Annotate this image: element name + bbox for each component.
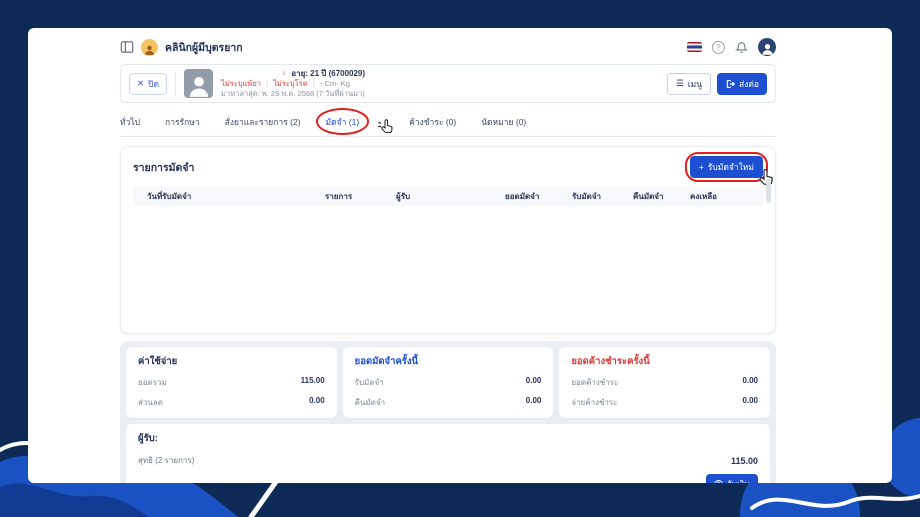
receive-money-label: รับเงิน [727, 477, 750, 483]
total-value: 115.00 [300, 376, 325, 385]
receive-money-button[interactable]: ฿ รับเงิน [706, 474, 758, 483]
divider [175, 71, 177, 96]
help-icon[interactable]: ? [712, 40, 725, 54]
user-avatar[interactable] [758, 38, 776, 56]
tab-outstanding[interactable]: ค้างชำระ (0) [409, 115, 456, 129]
tab-orders[interactable]: สั่งยาและรายการ (2) [225, 115, 301, 129]
tab-treatment[interactable]: การรักษา [165, 115, 200, 129]
close-label: ปิด [148, 78, 160, 89]
col-deposit-date: วันที่รับมัดจำ [147, 192, 192, 201]
deposit-refund-label: คืนมัดจำ [354, 398, 386, 407]
menu-label: เมนู [687, 78, 703, 89]
close-patient-button[interactable]: ✕ ปิด [129, 72, 168, 95]
patient-age: อายุ: 21 ปี (6700029) [291, 68, 366, 78]
col-received: รับมัดจำ [572, 192, 602, 201]
menu-button[interactable]: ☰ เมนู [667, 72, 712, 95]
outstanding-paid-value: 0.00 [742, 396, 759, 405]
allergy-flag[interactable]: ไม่ระบุแพ้ยา [221, 79, 261, 88]
patient-avatar [184, 69, 214, 98]
deposit-list-card: รายการมัดจำ + รับมัดจำใหม่ วันที่รับมัดจ… [120, 146, 776, 334]
deposit-received-label: รับมัดจำ [354, 378, 384, 387]
scrollbar-thumb[interactable] [766, 179, 771, 203]
topbar: คลินิกผู้มีบุตรยาก ? [120, 36, 776, 58]
outstanding-title: ยอดค้างชำระครั้งนี้ [571, 356, 650, 367]
separator: | [312, 78, 315, 88]
hamburger-icon: ☰ [676, 78, 684, 88]
summary-area: ค่าใช้จ่าย ยอดรวม 115.00 ส่วนลด 0.00 ยอด… [120, 341, 776, 483]
patient-info: ♀ อายุ: 21 ปี (6700029) ไม่ระบุแพ้ยา | ไ… [221, 69, 659, 99]
clinic-name: คลินิกผู้มีบุตรยาก [165, 41, 243, 54]
deposit-total-title: ยอดมัดจำครั้งนี้ [354, 356, 419, 367]
tab-deposit-label: มัดจำ (1) [325, 117, 360, 127]
new-deposit-button[interactable]: + รับมัดจำใหม่ [689, 156, 763, 178]
clinic-avatar [141, 38, 158, 56]
last-visit: มาหาล่าสุด: พ. 29 พ.ค. 2568 (7 วันที่ผ่า… [221, 88, 365, 98]
receiver-title: ผู้รับ: [138, 433, 158, 444]
baht-coin-icon: ฿ [714, 479, 724, 483]
tab-general[interactable]: ทั่วไป [120, 115, 140, 129]
female-icon: ♀ [281, 68, 288, 78]
desktop-background: คลินิกผู้มีบุตรยาก ? ✕ ปิด ♀ อายุ: 21 ปี… [0, 0, 920, 517]
outstanding-card: ยอดค้างชำระครั้งนี้ ยอดค้างชำระ 0.00 จ่า… [559, 347, 771, 418]
forward-button[interactable]: ส่งต่อ [717, 72, 767, 95]
forward-label: ส่งต่อ [739, 78, 759, 89]
net-value: 115.00 [730, 455, 758, 466]
thai-flag-icon[interactable] [687, 42, 702, 52]
col-item: รายการ [325, 192, 353, 201]
app-window: คลินิกผู้มีบุตรยาก ? ✕ ปิด ♀ อายุ: 21 ปี… [28, 28, 892, 483]
outstanding-value: 0.00 [742, 376, 759, 385]
new-deposit-label: รับมัดจำใหม่ [707, 162, 754, 172]
plus-icon: + [698, 162, 704, 172]
tab-deposit[interactable]: มัดจำ (1) [315, 108, 370, 135]
deposit-received-value: 0.00 [525, 376, 542, 385]
payment-card: ผู้รับ: สุทธิ (2 รายการ) 115.00 ฿ รับเงิ… [126, 424, 770, 483]
outstanding-paid-label: จ่ายค้างชำระ [571, 398, 618, 407]
expenses-title: ค่าใช้จ่าย [138, 356, 178, 367]
col-refunded: คืนมัดจำ [633, 192, 664, 201]
patient-flags-line: ไม่ระบุแพ้ยา | ไม่ระบุโรค | - Cm- Kg [221, 79, 659, 89]
col-receiver: ผู้รับ [396, 192, 411, 201]
patient-tabs: ทั่วไป การรักษา สั่งยาและรายการ (2) มัดจ… [120, 108, 776, 137]
sidebar-toggle-icon[interactable] [120, 41, 134, 53]
tab-appointments[interactable]: นัดหมาย (0) [481, 115, 526, 129]
patient-header: ✕ ปิด ♀ อายุ: 21 ปี (6700029) ไม่ระบุแพ้… [120, 64, 776, 103]
section-title: รายการมัดจำ [133, 161, 195, 174]
forward-icon [725, 79, 736, 89]
deposit-total-card: ยอดมัดจำครั้งนี้ รับมัดจำ 0.00 คืนมัดจำ … [342, 347, 554, 418]
discount-label: ส่วนลด [138, 398, 163, 407]
bell-icon[interactable] [735, 41, 748, 54]
expenses-card: ค่าใช้จ่าย ยอดรวม 115.00 ส่วนลด 0.00 [126, 347, 337, 418]
deposit-table-header: วันที่รับมัดจำ รายการ ผู้รับ ยอดมัดจำ รั… [133, 187, 763, 206]
body-metrics: - Cm- Kg [319, 78, 350, 88]
total-label: ยอดรวม [138, 378, 167, 387]
deposit-refund-value: 0.00 [525, 396, 542, 405]
separator: | [266, 78, 269, 88]
col-balance: คงเหลือ [690, 192, 717, 201]
outstanding-label: ยอดค้างชำระ [571, 378, 619, 387]
close-icon: ✕ [137, 78, 145, 88]
col-deposit-amount: ยอดมัดจำ [505, 192, 540, 201]
disease-flag[interactable]: ไม่ระบุโรค [273, 79, 308, 88]
net-label: สุทธิ (2 รายการ) [138, 456, 195, 465]
discount-value: 0.00 [309, 396, 325, 405]
patient-age-line: ♀ อายุ: 21 ปี (6700029) [281, 69, 659, 79]
